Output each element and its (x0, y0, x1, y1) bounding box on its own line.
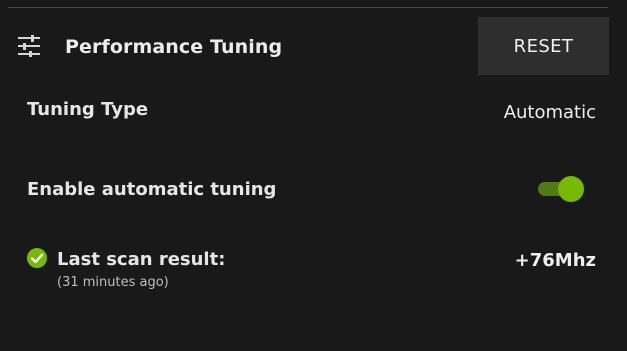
automatic-tuning-toggle[interactable] (537, 175, 585, 203)
sliders-icon (17, 35, 41, 57)
last-scan-time: (31 minutes ago) (57, 275, 169, 290)
last-scan-label: Last scan result: (57, 249, 226, 270)
page-title: Performance Tuning (65, 36, 283, 58)
automatic-tuning-label: Enable automatic tuning (27, 179, 277, 200)
toggle-knob (558, 176, 584, 202)
tuning-type-label: Tuning Type (27, 99, 149, 120)
last-scan-value: +76Mhz (514, 250, 596, 271)
reset-button[interactable]: RESET (478, 17, 609, 75)
tuning-type-value[interactable]: Automatic (504, 102, 596, 123)
check-circle-icon (27, 248, 47, 268)
